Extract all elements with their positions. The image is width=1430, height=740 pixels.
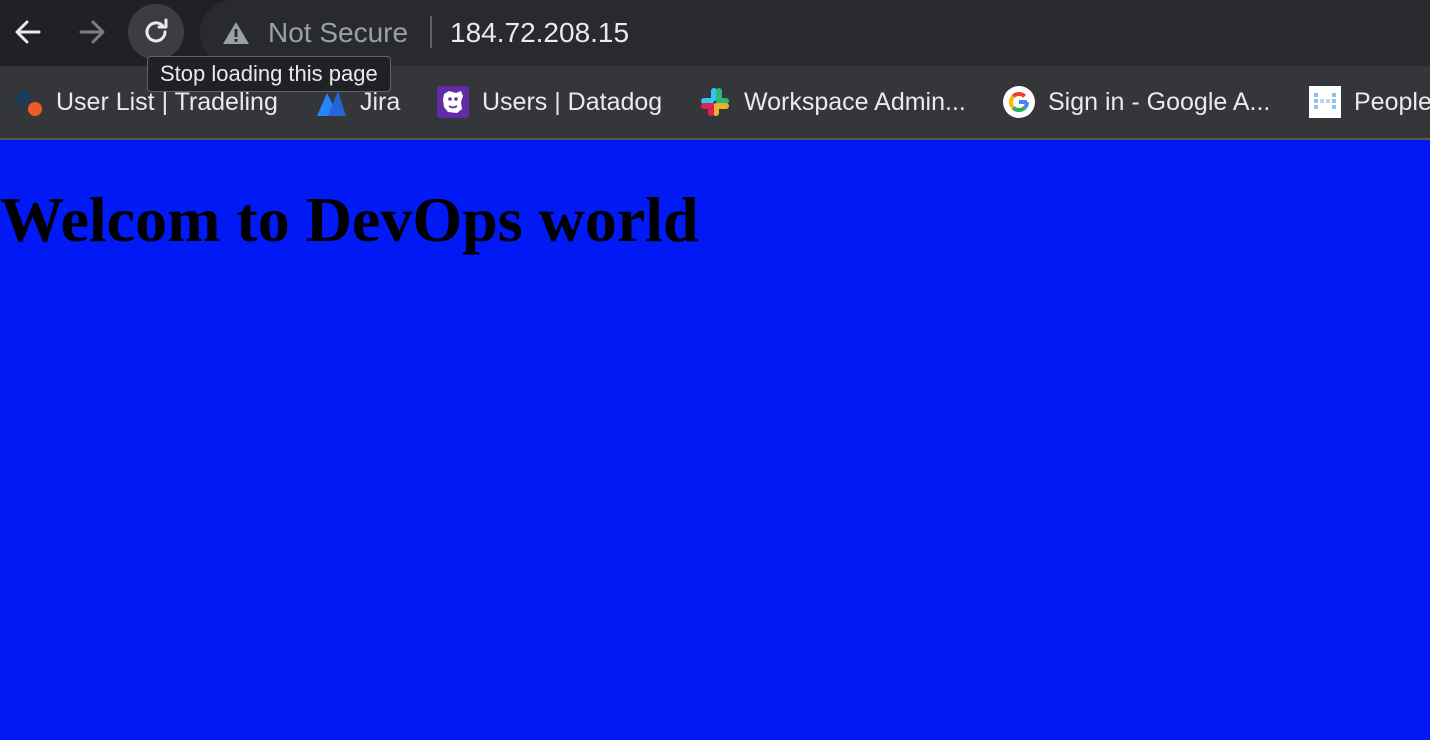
page-content: Welcom to DevOps world [0,140,1430,740]
back-button[interactable] [0,4,56,60]
reload-button[interactable] [128,4,184,60]
forward-button[interactable] [64,4,120,60]
bookmark-label: Sign in - Google A... [1048,87,1271,116]
address-divider [430,16,432,48]
bookmark-label: Workspace Admin... [744,87,966,116]
bookmark-google-signin[interactable]: Sign in - Google A... [1002,82,1270,122]
reload-icon [145,18,168,43]
tradeling-icon [10,85,44,119]
people-icon [1308,85,1342,119]
bookmark-label: People [1354,87,1430,116]
reload-tooltip: Stop loading this page [147,56,391,92]
bookmark-people[interactable]: People [1308,82,1430,122]
warning-triangle-icon[interactable] [222,20,250,46]
url-text[interactable]: 184.72.208.15 [450,15,629,51]
page-heading: Welcom to DevOps world [0,184,699,255]
arrow-right-icon [79,20,105,44]
datadog-icon [436,85,470,119]
google-icon [1002,85,1036,119]
bookmark-slack[interactable]: Workspace Admin... [698,82,966,122]
arrow-left-icon [15,20,41,44]
slack-icon [698,85,732,119]
security-status-label[interactable]: Not Secure [268,15,408,51]
bookmark-label: Users | Datadog [482,87,663,116]
bookmark-datadog[interactable]: Users | Datadog [436,82,662,122]
